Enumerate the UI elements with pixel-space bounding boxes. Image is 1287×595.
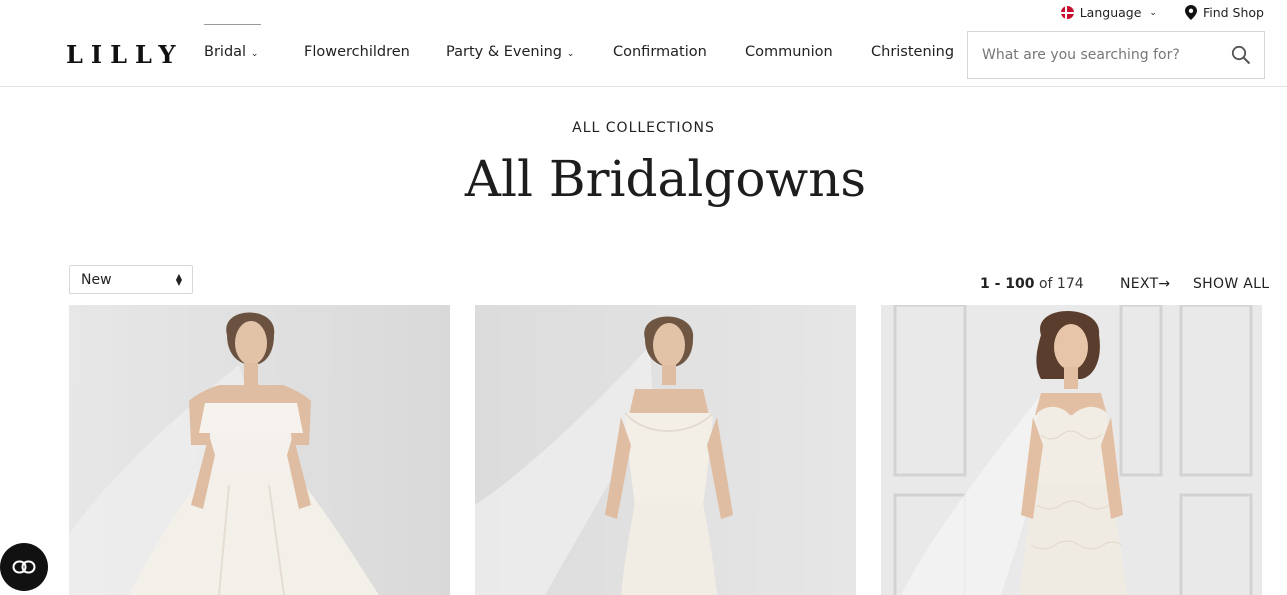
- sort-value: New: [81, 271, 112, 288]
- product-image: [69, 305, 450, 595]
- product-grid: [69, 305, 1262, 595]
- nav-item-label: Party & Evening: [446, 44, 563, 60]
- result-total: of 174: [1038, 276, 1084, 292]
- search-box: [967, 31, 1265, 79]
- product-card[interactable]: [69, 305, 450, 595]
- main-nav: Bridal ⌄ Flowerchildren Party & Evening …: [204, 24, 954, 60]
- nav-item-communion[interactable]: Communion: [745, 44, 871, 60]
- chevron-down-icon: ⌄: [564, 49, 575, 59]
- product-image: [881, 305, 1262, 595]
- nav-item-label: Bridal: [204, 44, 247, 60]
- chat-button[interactable]: [0, 543, 48, 591]
- result-range: 1 - 100: [980, 276, 1035, 292]
- nav-item-confirmation[interactable]: Confirmation: [613, 44, 745, 60]
- nav-item-label: Communion: [745, 44, 833, 60]
- site-header: LILLY Bridal ⌄ Flowerchildren Party & Ev…: [0, 0, 1287, 87]
- nav-item-flowerchildren[interactable]: Flowerchildren: [304, 44, 446, 60]
- product-card[interactable]: [475, 305, 856, 595]
- next-page-link[interactable]: NEXT→: [1120, 276, 1170, 292]
- next-label: NEXT: [1120, 276, 1159, 292]
- lilly-logo[interactable]: LILLY: [66, 40, 183, 69]
- search-icon[interactable]: [1218, 32, 1264, 78]
- product-image: [475, 305, 856, 595]
- sort-arrows-icon: ▲ ▼: [175, 271, 182, 287]
- breadcrumb-eyebrow: ALL COLLECTIONS: [572, 120, 715, 136]
- nav-item-bridal[interactable]: Bridal ⌄: [204, 24, 304, 60]
- nav-item-label: Flowerchildren: [304, 44, 410, 60]
- search-input[interactable]: [968, 32, 1218, 78]
- chat-icon: [12, 560, 36, 574]
- page-title: All Bridalgowns: [464, 150, 867, 208]
- chevron-down-icon: ⌄: [248, 49, 259, 59]
- show-all-link[interactable]: SHOW ALL: [1193, 276, 1269, 292]
- nav-item-party-evening[interactable]: Party & Evening ⌄: [446, 44, 613, 60]
- sort-select[interactable]: New ▲ ▼: [69, 265, 193, 294]
- nav-item-label: Confirmation: [613, 44, 707, 60]
- product-card[interactable]: [881, 305, 1262, 595]
- nav-item-christening[interactable]: Christening: [871, 44, 954, 60]
- nav-item-label: Christening: [871, 44, 955, 60]
- result-count: 1 - 100 of 174: [980, 276, 1084, 292]
- arrow-right-icon: →: [1158, 276, 1171, 292]
